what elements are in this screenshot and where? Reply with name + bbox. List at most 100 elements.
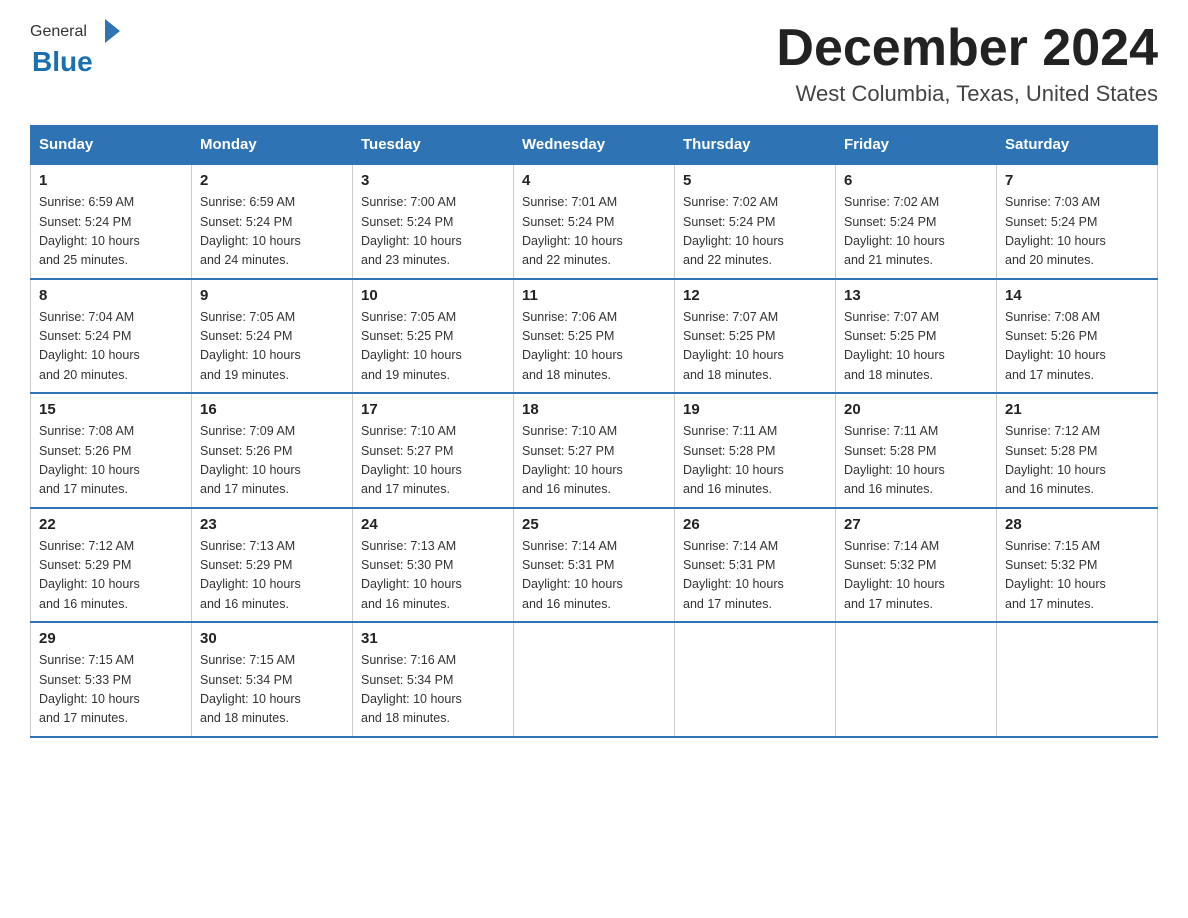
calendar-cell: 29 Sunrise: 7:15 AMSunset: 5:33 PMDaylig… bbox=[31, 622, 192, 737]
day-number: 24 bbox=[361, 516, 505, 533]
day-number: 19 bbox=[683, 401, 827, 418]
calendar-cell: 31 Sunrise: 7:16 AMSunset: 5:34 PMDaylig… bbox=[353, 622, 514, 737]
day-number: 8 bbox=[39, 287, 183, 304]
calendar-cell: 10 Sunrise: 7:05 AMSunset: 5:25 PMDaylig… bbox=[353, 279, 514, 394]
calendar-cell: 5 Sunrise: 7:02 AMSunset: 5:24 PMDayligh… bbox=[675, 164, 836, 279]
day-number: 6 bbox=[844, 172, 988, 189]
calendar-cell: 30 Sunrise: 7:15 AMSunset: 5:34 PMDaylig… bbox=[192, 622, 353, 737]
day-info: Sunrise: 7:02 AMSunset: 5:24 PMDaylight:… bbox=[844, 195, 945, 267]
calendar-cell: 28 Sunrise: 7:15 AMSunset: 5:32 PMDaylig… bbox=[997, 508, 1158, 623]
calendar-cell: 24 Sunrise: 7:13 AMSunset: 5:30 PMDaylig… bbox=[353, 508, 514, 623]
day-info: Sunrise: 6:59 AMSunset: 5:24 PMDaylight:… bbox=[39, 195, 140, 267]
calendar-cell bbox=[675, 622, 836, 737]
day-info: Sunrise: 7:15 AMSunset: 5:32 PMDaylight:… bbox=[1005, 539, 1106, 611]
day-number: 26 bbox=[683, 516, 827, 533]
calendar-cell: 4 Sunrise: 7:01 AMSunset: 5:24 PMDayligh… bbox=[514, 164, 675, 279]
weekday-header-monday: Monday bbox=[192, 126, 353, 165]
day-number: 17 bbox=[361, 401, 505, 418]
page-header: General Blue December 2024 West Columbia… bbox=[30, 20, 1158, 107]
day-info: Sunrise: 7:11 AMSunset: 5:28 PMDaylight:… bbox=[683, 424, 784, 496]
day-number: 31 bbox=[361, 630, 505, 647]
day-info: Sunrise: 6:59 AMSunset: 5:24 PMDaylight:… bbox=[200, 195, 301, 267]
weekday-header-thursday: Thursday bbox=[675, 126, 836, 165]
day-info: Sunrise: 7:14 AMSunset: 5:32 PMDaylight:… bbox=[844, 539, 945, 611]
calendar-cell: 9 Sunrise: 7:05 AMSunset: 5:24 PMDayligh… bbox=[192, 279, 353, 394]
day-info: Sunrise: 7:14 AMSunset: 5:31 PMDaylight:… bbox=[522, 539, 623, 611]
title-area: December 2024 West Columbia, Texas, Unit… bbox=[776, 20, 1158, 107]
day-info: Sunrise: 7:00 AMSunset: 5:24 PMDaylight:… bbox=[361, 195, 462, 267]
logo: General bbox=[30, 20, 123, 44]
day-info: Sunrise: 7:03 AMSunset: 5:24 PMDaylight:… bbox=[1005, 195, 1106, 267]
weekday-header-saturday: Saturday bbox=[997, 126, 1158, 165]
day-info: Sunrise: 7:12 AMSunset: 5:29 PMDaylight:… bbox=[39, 539, 140, 611]
weekday-header-tuesday: Tuesday bbox=[353, 126, 514, 165]
calendar-cell: 7 Sunrise: 7:03 AMSunset: 5:24 PMDayligh… bbox=[997, 164, 1158, 279]
calendar-cell: 21 Sunrise: 7:12 AMSunset: 5:28 PMDaylig… bbox=[997, 393, 1158, 508]
calendar-cell: 26 Sunrise: 7:14 AMSunset: 5:31 PMDaylig… bbox=[675, 508, 836, 623]
day-number: 10 bbox=[361, 287, 505, 304]
calendar-week-row: 8 Sunrise: 7:04 AMSunset: 5:24 PMDayligh… bbox=[31, 279, 1158, 394]
day-number: 7 bbox=[1005, 172, 1149, 189]
day-info: Sunrise: 7:12 AMSunset: 5:28 PMDaylight:… bbox=[1005, 424, 1106, 496]
day-info: Sunrise: 7:10 AMSunset: 5:27 PMDaylight:… bbox=[361, 424, 462, 496]
calendar-cell bbox=[514, 622, 675, 737]
weekday-header-sunday: Sunday bbox=[31, 126, 192, 165]
day-number: 22 bbox=[39, 516, 183, 533]
calendar-cell: 1 Sunrise: 6:59 AMSunset: 5:24 PMDayligh… bbox=[31, 164, 192, 279]
day-info: Sunrise: 7:09 AMSunset: 5:26 PMDaylight:… bbox=[200, 424, 301, 496]
day-info: Sunrise: 7:13 AMSunset: 5:29 PMDaylight:… bbox=[200, 539, 301, 611]
day-info: Sunrise: 7:07 AMSunset: 5:25 PMDaylight:… bbox=[683, 310, 784, 382]
day-number: 11 bbox=[522, 287, 666, 304]
calendar-table: SundayMondayTuesdayWednesdayThursdayFrid… bbox=[30, 125, 1158, 738]
calendar-week-row: 15 Sunrise: 7:08 AMSunset: 5:26 PMDaylig… bbox=[31, 393, 1158, 508]
day-number: 14 bbox=[1005, 287, 1149, 304]
day-info: Sunrise: 7:08 AMSunset: 5:26 PMDaylight:… bbox=[39, 424, 140, 496]
day-info: Sunrise: 7:05 AMSunset: 5:25 PMDaylight:… bbox=[361, 310, 462, 382]
calendar-cell: 19 Sunrise: 7:11 AMSunset: 5:28 PMDaylig… bbox=[675, 393, 836, 508]
day-number: 27 bbox=[844, 516, 988, 533]
calendar-cell: 15 Sunrise: 7:08 AMSunset: 5:26 PMDaylig… bbox=[31, 393, 192, 508]
calendar-cell: 18 Sunrise: 7:10 AMSunset: 5:27 PMDaylig… bbox=[514, 393, 675, 508]
day-info: Sunrise: 7:07 AMSunset: 5:25 PMDaylight:… bbox=[844, 310, 945, 382]
day-number: 12 bbox=[683, 287, 827, 304]
calendar-cell: 20 Sunrise: 7:11 AMSunset: 5:28 PMDaylig… bbox=[836, 393, 997, 508]
day-info: Sunrise: 7:02 AMSunset: 5:24 PMDaylight:… bbox=[683, 195, 784, 267]
day-number: 2 bbox=[200, 172, 344, 189]
calendar-cell: 8 Sunrise: 7:04 AMSunset: 5:24 PMDayligh… bbox=[31, 279, 192, 394]
day-number: 4 bbox=[522, 172, 666, 189]
calendar-cell: 12 Sunrise: 7:07 AMSunset: 5:25 PMDaylig… bbox=[675, 279, 836, 394]
day-number: 18 bbox=[522, 401, 666, 418]
day-number: 20 bbox=[844, 401, 988, 418]
calendar-week-row: 1 Sunrise: 6:59 AMSunset: 5:24 PMDayligh… bbox=[31, 164, 1158, 279]
weekday-header-friday: Friday bbox=[836, 126, 997, 165]
day-info: Sunrise: 7:10 AMSunset: 5:27 PMDaylight:… bbox=[522, 424, 623, 496]
calendar-cell: 6 Sunrise: 7:02 AMSunset: 5:24 PMDayligh… bbox=[836, 164, 997, 279]
logo-blue-text: Blue bbox=[32, 46, 93, 77]
calendar-cell: 11 Sunrise: 7:06 AMSunset: 5:25 PMDaylig… bbox=[514, 279, 675, 394]
day-info: Sunrise: 7:15 AMSunset: 5:33 PMDaylight:… bbox=[39, 653, 140, 725]
day-number: 13 bbox=[844, 287, 988, 304]
day-number: 23 bbox=[200, 516, 344, 533]
logo-area: General Blue bbox=[30, 20, 123, 78]
day-number: 15 bbox=[39, 401, 183, 418]
calendar-cell: 3 Sunrise: 7:00 AMSunset: 5:24 PMDayligh… bbox=[353, 164, 514, 279]
day-info: Sunrise: 7:13 AMSunset: 5:30 PMDaylight:… bbox=[361, 539, 462, 611]
weekday-header-row: SundayMondayTuesdayWednesdayThursdayFrid… bbox=[31, 126, 1158, 165]
day-info: Sunrise: 7:06 AMSunset: 5:25 PMDaylight:… bbox=[522, 310, 623, 382]
day-info: Sunrise: 7:16 AMSunset: 5:34 PMDaylight:… bbox=[361, 653, 462, 725]
calendar-week-row: 22 Sunrise: 7:12 AMSunset: 5:29 PMDaylig… bbox=[31, 508, 1158, 623]
day-number: 29 bbox=[39, 630, 183, 647]
day-info: Sunrise: 7:01 AMSunset: 5:24 PMDaylight:… bbox=[522, 195, 623, 267]
weekday-header-wednesday: Wednesday bbox=[514, 126, 675, 165]
day-number: 16 bbox=[200, 401, 344, 418]
logo-general-text: General bbox=[30, 23, 87, 41]
calendar-cell: 23 Sunrise: 7:13 AMSunset: 5:29 PMDaylig… bbox=[192, 508, 353, 623]
location-subtitle: West Columbia, Texas, United States bbox=[776, 81, 1158, 107]
calendar-cell bbox=[997, 622, 1158, 737]
calendar-cell: 2 Sunrise: 6:59 AMSunset: 5:24 PMDayligh… bbox=[192, 164, 353, 279]
logo-flag-icon bbox=[90, 19, 120, 43]
day-info: Sunrise: 7:04 AMSunset: 5:24 PMDaylight:… bbox=[39, 310, 140, 382]
day-number: 28 bbox=[1005, 516, 1149, 533]
calendar-cell: 22 Sunrise: 7:12 AMSunset: 5:29 PMDaylig… bbox=[31, 508, 192, 623]
calendar-cell: 25 Sunrise: 7:14 AMSunset: 5:31 PMDaylig… bbox=[514, 508, 675, 623]
